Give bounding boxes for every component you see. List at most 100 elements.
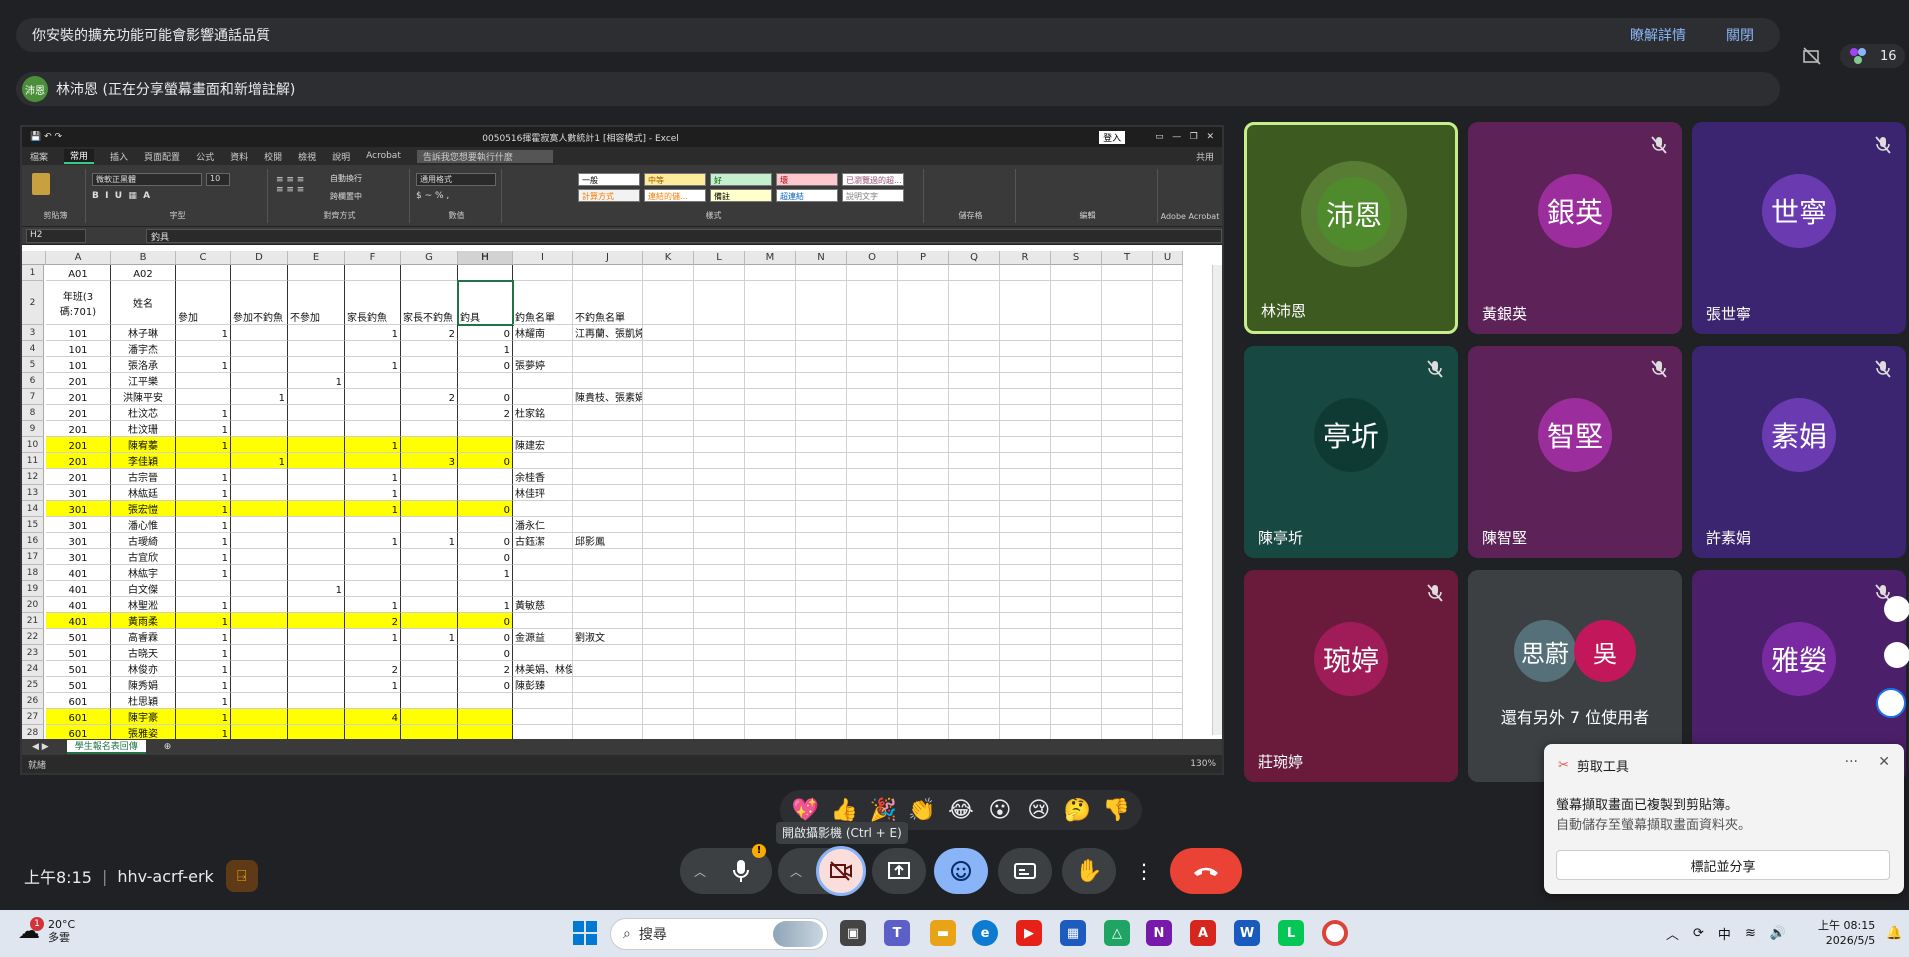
login-button[interactable]: 登入 xyxy=(1099,130,1126,144)
table-cell[interactable] xyxy=(176,581,231,597)
table-cell[interactable] xyxy=(288,629,345,645)
empty-cell[interactable] xyxy=(694,437,745,453)
empty-cell[interactable] xyxy=(643,421,694,437)
empty-cell[interactable] xyxy=(1051,613,1102,629)
empty-cell[interactable] xyxy=(1153,549,1183,565)
empty-cell[interactable] xyxy=(949,565,1000,581)
empty-cell[interactable] xyxy=(1000,629,1051,645)
table-cell[interactable] xyxy=(573,265,643,281)
empty-cell[interactable] xyxy=(898,405,949,421)
empty-cell[interactable] xyxy=(949,581,1000,597)
clock[interactable]: 上午 08:15 2026/5/5 xyxy=(1818,918,1875,948)
row-header[interactable]: 9 xyxy=(22,421,44,437)
assistant-icon[interactable] xyxy=(1876,688,1906,718)
name-box[interactable]: H2 xyxy=(26,228,86,243)
empty-cell[interactable] xyxy=(1000,725,1051,739)
row-header[interactable]: 18 xyxy=(22,565,44,581)
empty-cell[interactable] xyxy=(1102,661,1153,677)
table-cell[interactable]: 林美娟、林俊維 xyxy=(513,661,573,677)
table-cell[interactable]: 401 xyxy=(46,581,111,597)
column-header[interactable]: F xyxy=(345,251,401,265)
empty-cell[interactable] xyxy=(898,725,949,739)
table-cell[interactable] xyxy=(231,341,288,357)
empty-cell[interactable] xyxy=(1153,533,1183,549)
empty-cell[interactable] xyxy=(796,613,847,629)
empty-cell[interactable] xyxy=(1102,437,1153,453)
number-icons[interactable]: $ ~ % , xyxy=(416,191,449,201)
empty-cell[interactable] xyxy=(1000,405,1051,421)
empty-cell[interactable] xyxy=(949,629,1000,645)
empty-cell[interactable] xyxy=(949,405,1000,421)
empty-cell[interactable] xyxy=(949,597,1000,613)
row-header[interactable]: 4 xyxy=(22,341,44,357)
empty-cell[interactable] xyxy=(847,517,898,533)
table-cell[interactable]: 1 xyxy=(345,357,401,373)
empty-cell[interactable] xyxy=(1153,357,1183,373)
column-header[interactable]: U xyxy=(1153,251,1183,265)
table-cell[interactable] xyxy=(345,549,401,565)
table-cell[interactable]: 0 xyxy=(458,453,513,469)
youtube-icon[interactable]: ▶ xyxy=(1016,920,1042,946)
table-cell[interactable]: 1 xyxy=(176,421,231,437)
empty-cell[interactable] xyxy=(847,485,898,501)
table-cell[interactable]: 參加 xyxy=(176,281,231,325)
raise-hand-button[interactable]: ✋ xyxy=(1062,848,1116,894)
table-cell[interactable] xyxy=(231,549,288,565)
participant-tile[interactable]: 亭圻 陳亭圻 xyxy=(1244,346,1458,558)
window-controls[interactable]: ▭ — ❐ ✕ xyxy=(1155,132,1214,142)
column-header[interactable]: S xyxy=(1051,251,1102,265)
table-cell[interactable] xyxy=(458,517,513,533)
table-cell[interactable] xyxy=(231,629,288,645)
empty-cell[interactable] xyxy=(1102,485,1153,501)
empty-cell[interactable] xyxy=(949,693,1000,709)
empty-cell[interactable] xyxy=(949,469,1000,485)
empty-cell[interactable] xyxy=(949,645,1000,661)
row-header[interactable]: 14 xyxy=(22,501,44,517)
table-cell[interactable] xyxy=(288,517,345,533)
empty-cell[interactable] xyxy=(1102,533,1153,549)
chevron-up-icon[interactable]: ︿ xyxy=(694,863,706,880)
table-cell[interactable] xyxy=(573,421,643,437)
empty-cell[interactable] xyxy=(796,341,847,357)
empty-cell[interactable] xyxy=(643,325,694,341)
table-cell[interactable]: 高睿霖 xyxy=(111,629,176,645)
table-cell[interactable]: 1 xyxy=(345,437,401,453)
empty-cell[interactable] xyxy=(1153,501,1183,517)
table-cell[interactable]: 2 xyxy=(345,661,401,677)
onenote-icon[interactable]: N xyxy=(1146,920,1172,946)
empty-cell[interactable] xyxy=(643,581,694,597)
empty-cell[interactable] xyxy=(1000,485,1051,501)
table-cell[interactable]: 余桂香 xyxy=(513,469,573,485)
teams-icon[interactable]: T xyxy=(884,920,910,946)
table-cell[interactable]: 601 xyxy=(46,693,111,709)
table-cell[interactable] xyxy=(231,517,288,533)
table-cell[interactable]: 張夢婷 xyxy=(513,357,573,373)
empty-cell[interactable] xyxy=(694,549,745,565)
table-cell[interactable]: 1 xyxy=(345,325,401,341)
table-cell[interactable]: 501 xyxy=(46,661,111,677)
empty-cell[interactable] xyxy=(898,693,949,709)
column-header[interactable]: Q xyxy=(949,251,1000,265)
empty-cell[interactable] xyxy=(796,693,847,709)
empty-cell[interactable] xyxy=(796,549,847,565)
empty-cell[interactable] xyxy=(1102,725,1153,739)
add-sheet-icon[interactable]: ⊕ xyxy=(164,742,172,752)
table-cell[interactable] xyxy=(231,565,288,581)
table-cell[interactable] xyxy=(176,373,231,389)
table-cell[interactable]: 1 xyxy=(176,661,231,677)
table-cell[interactable]: 601 xyxy=(46,709,111,725)
empty-cell[interactable] xyxy=(745,613,796,629)
empty-cell[interactable] xyxy=(643,533,694,549)
table-cell[interactable] xyxy=(176,453,231,469)
participant-tile[interactable]: 沛恩 林沛恩 xyxy=(1244,122,1458,334)
empty-cell[interactable] xyxy=(796,565,847,581)
table-cell[interactable]: 1 xyxy=(176,725,231,739)
row-header[interactable]: 19 xyxy=(22,581,44,597)
empty-cell[interactable] xyxy=(847,533,898,549)
empty-cell[interactable] xyxy=(745,549,796,565)
table-cell[interactable] xyxy=(513,709,573,725)
table-cell[interactable] xyxy=(231,265,288,281)
table-cell[interactable]: 1 xyxy=(176,677,231,693)
empty-cell[interactable] xyxy=(1051,373,1102,389)
empty-cell[interactable] xyxy=(1153,485,1183,501)
